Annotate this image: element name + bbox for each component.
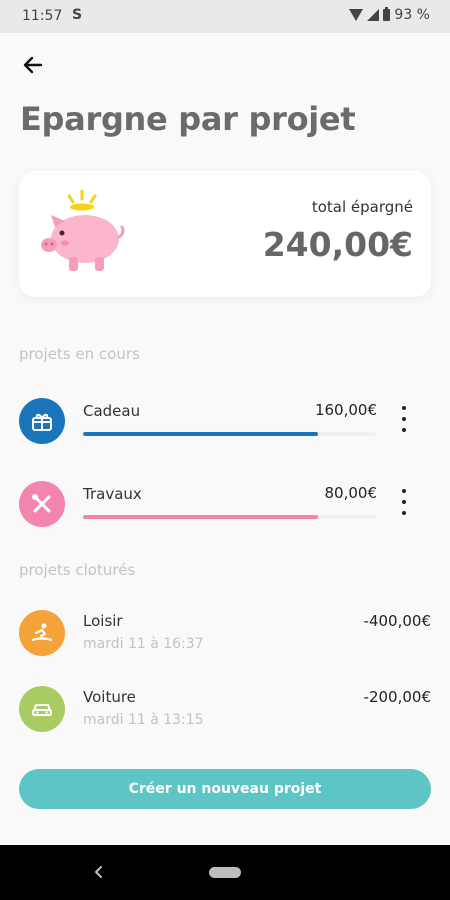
section-closed-title: projets cloturés: [19, 561, 136, 579]
notification-icon: S: [72, 7, 83, 23]
total-savings-card: total épargné 240,00€: [19, 171, 431, 297]
closed-project-amount: -200,00€: [363, 688, 431, 706]
closed-project-amount: -400,00€: [363, 612, 431, 630]
closed-project-date: mardi 11 à 13:15: [83, 712, 204, 728]
tools-icon: [32, 494, 51, 513]
battery-percent: 93 %: [394, 7, 430, 23]
wifi-icon: [349, 9, 364, 21]
piggy-bank-icon: [41, 189, 125, 271]
project-progress-track: [83, 515, 377, 519]
project-icon-circle: [19, 481, 65, 527]
status-time: 11:57: [22, 8, 63, 24]
project-row-travaux[interactable]: Travaux 80,00€: [19, 481, 431, 541]
closed-project-name: Voiture: [83, 688, 136, 706]
more-options-icon[interactable]: [397, 489, 411, 515]
battery-icon: [383, 7, 391, 21]
car-icon: [32, 704, 52, 716]
more-options-icon[interactable]: [397, 406, 411, 432]
navigation-bar: [0, 845, 450, 900]
project-progress-bar: [83, 515, 319, 519]
project-icon-circle: [19, 610, 65, 656]
closed-project-row-loisir[interactable]: Loisir mardi 11 à 16:37 -400,00€: [19, 610, 431, 666]
signal-icon: [367, 9, 380, 21]
project-icon-circle: [19, 686, 65, 732]
section-ongoing-title: projets en cours: [19, 345, 140, 363]
total-label: total épargné: [311, 198, 413, 216]
page-title: Epargne par projet: [20, 100, 356, 138]
closed-project-date: mardi 11 à 16:37: [83, 636, 204, 652]
closed-project-name: Loisir: [83, 612, 123, 630]
project-name: Cadeau: [83, 402, 141, 420]
project-progress-track: [83, 432, 377, 436]
project-amount: 160,00€: [314, 401, 377, 419]
gift-icon: [32, 413, 52, 431]
nav-back-icon[interactable]: [92, 865, 106, 879]
project-amount: 80,00€: [324, 484, 378, 502]
create-project-button[interactable]: Créer un nouveau projet: [19, 769, 431, 809]
closed-project-row-voiture[interactable]: Voiture mardi 11 à 13:15 -200,00€: [19, 686, 431, 742]
project-progress-bar: [83, 432, 319, 436]
total-amount: 240,00€: [262, 225, 413, 264]
status-bar: 11:57 S 93 %: [0, 0, 450, 33]
project-icon-circle: [19, 398, 65, 444]
back-arrow-icon[interactable]: [20, 52, 46, 78]
nav-home-pill[interactable]: [209, 867, 241, 878]
project-name: Travaux: [83, 485, 142, 503]
status-icons: 93 %: [349, 7, 430, 23]
surf-icon: [31, 623, 53, 642]
project-row-cadeau[interactable]: Cadeau 160,00€: [19, 398, 431, 458]
